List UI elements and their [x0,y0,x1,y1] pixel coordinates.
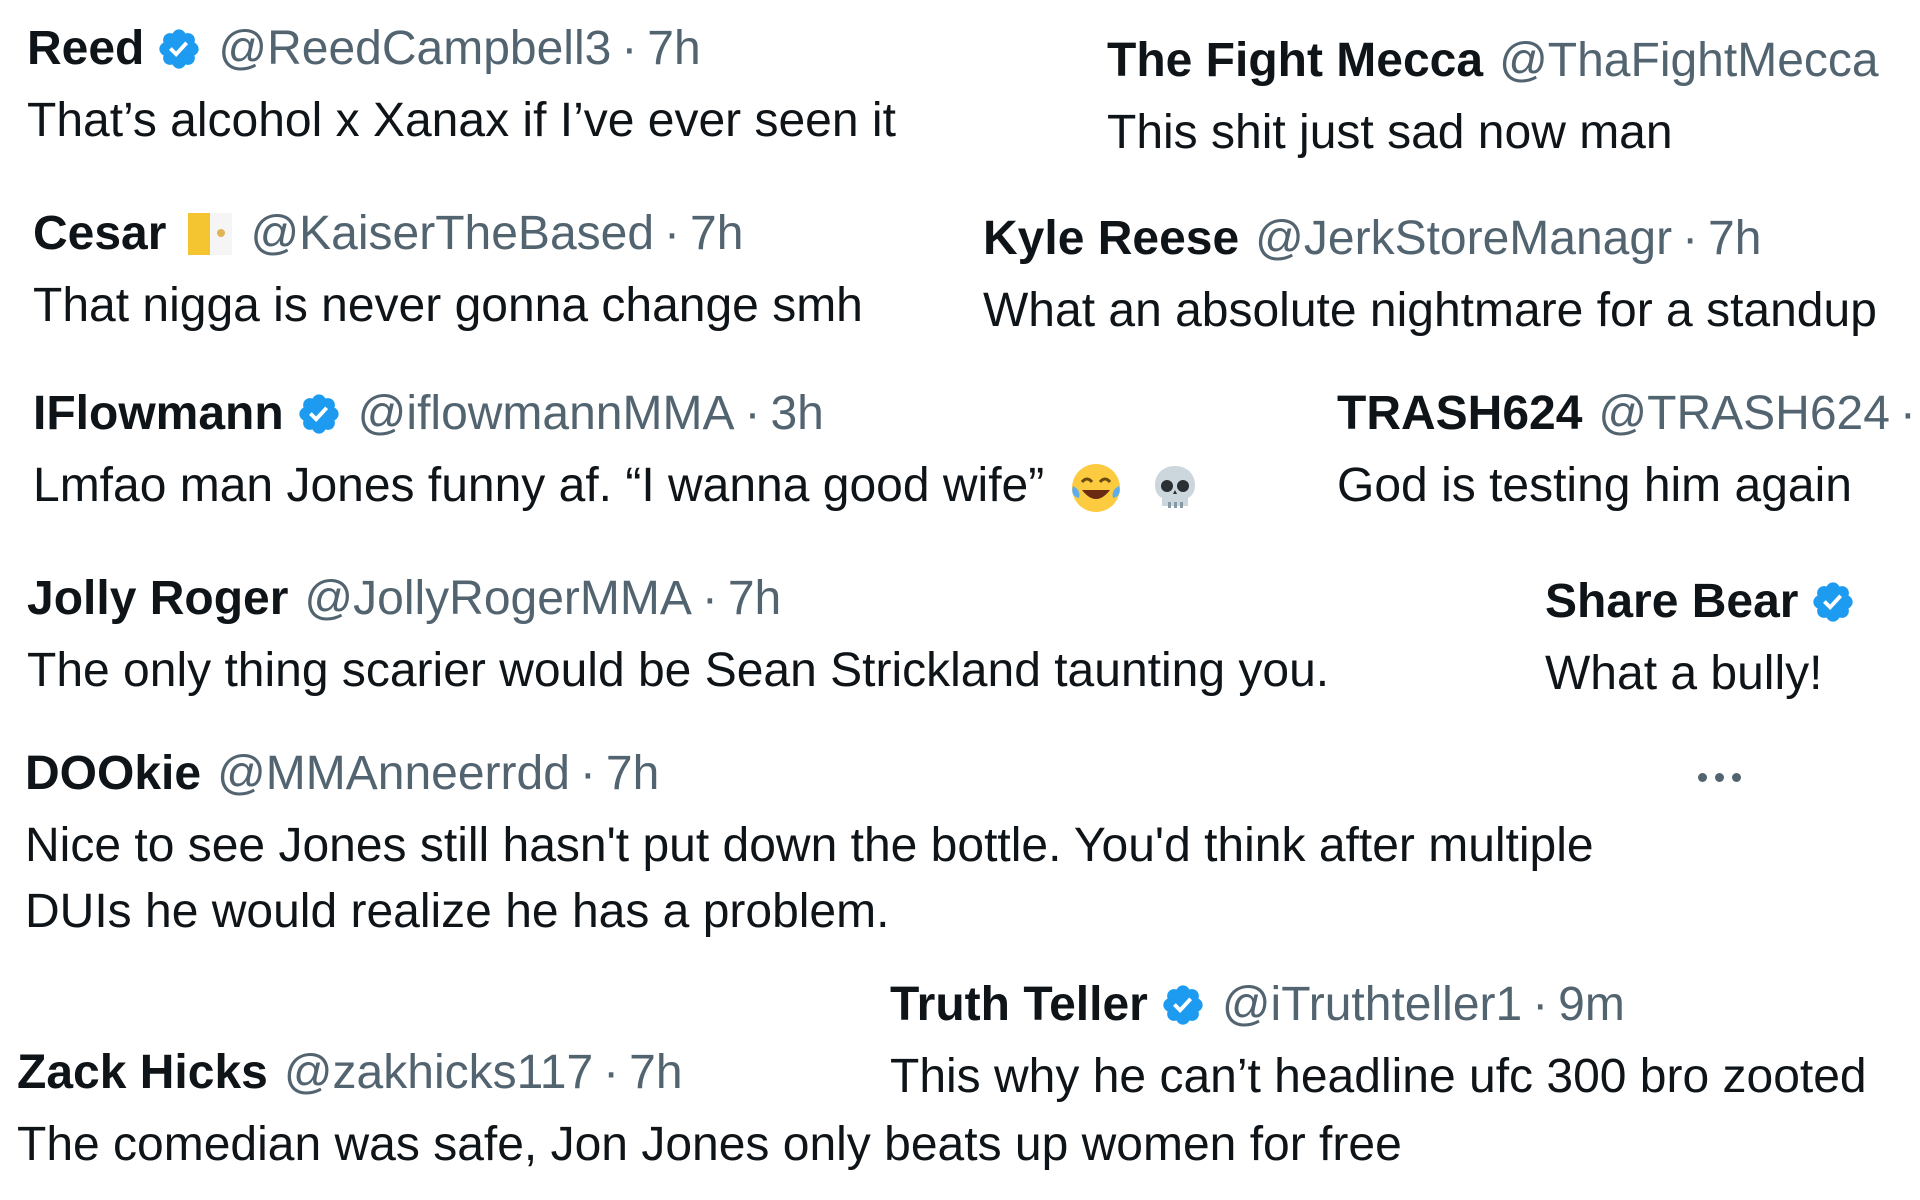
timestamp[interactable]: 7h [629,1044,682,1102]
tweet-header: The Fight Mecca @ThaFightMecca [1107,32,1879,90]
separator-dot: · [664,207,681,260]
separator-dot: · [621,22,638,75]
display-name[interactable]: TRASH624 [1337,385,1582,443]
verified-badge-icon [296,391,342,437]
display-name[interactable]: Share Bear [1545,573,1798,631]
user-handle[interactable]: @zakhicks117 [284,1044,593,1102]
user-handle[interactable]: @TRASH624 [1598,385,1890,443]
timestamp[interactable]: 7h [728,570,781,628]
user-handle[interactable]: @ThaFightMecca [1499,32,1879,90]
tweet-jolly-roger[interactable]: Jolly Roger @JollyRogerMMA · 7h The only… [27,570,1329,704]
tweet-header: Zack Hicks @zakhicks117 · 7h [17,1044,1402,1102]
more-dot [1698,773,1707,782]
user-handle[interactable]: @ReedCampbell3 [218,20,611,78]
tweet-text: God is testing him again [1337,459,1852,512]
tweet-text: The only thing scarier would be Sean Str… [27,644,1330,697]
separator-dot: · [701,572,718,625]
user-handle[interactable]: @JerkStoreManagr [1255,210,1672,268]
skull-emoji-icon [1147,460,1203,516]
tweet-text: Lmfao man Jones funny af. “I wanna good … [33,459,1045,512]
tweet-the-fight-mecca[interactable]: The Fight Mecca @ThaFightMecca This shit… [1107,32,1879,166]
tweet-header: Cesar @KaiserTheBased · 7h [33,205,863,263]
verified-badge-icon [1810,579,1856,625]
timestamp[interactable]: 7h [1708,210,1761,268]
display-name[interactable]: IFlowmann [33,385,284,443]
tweet-zack-hicks[interactable]: Zack Hicks @zakhicks117 · 7h The comedia… [17,1044,1402,1178]
more-options-icon[interactable] [1698,773,1741,782]
more-dot [1715,773,1724,782]
display-name[interactable]: Zack Hicks [17,1044,268,1102]
display-name[interactable]: Reed [27,20,144,78]
tweet-text: What a bully! [1545,647,1823,700]
verified-badge-icon [1160,982,1206,1028]
separator-dot: · [1532,978,1549,1031]
tweet-dookie[interactable]: DOOkie @MMAnneerrdd · 7h Nice to see Jon… [25,745,1594,945]
tweet-kyle-reese[interactable]: Kyle Reese @JerkStoreManagr · 7h What an… [983,210,1877,344]
user-handle[interactable]: @JollyRogerMMA [304,570,691,628]
display-name[interactable]: DOOkie [25,745,201,803]
tweet-header: IFlowmann @iflowmannMMA · 3h [33,385,1203,443]
tweet-header: Truth Teller @iTruthteller1 · 9m [890,976,1867,1034]
display-name[interactable]: The Fight Mecca [1107,32,1483,90]
tweet-header: Share Bear [1545,573,1856,631]
more-dot [1732,773,1741,782]
tweet-header: DOOkie @MMAnneerrdd · 7h [25,745,1594,803]
tweet-cesar[interactable]: Cesar @KaiserTheBased · 7h That nigga is… [33,205,863,339]
tweet-text: The comedian was safe, Jon Jones only be… [17,1118,1402,1171]
tears-of-joy-emoji-icon [1068,460,1124,516]
timestamp[interactable]: 7h [606,745,659,803]
timestamp[interactable]: 7h [647,20,700,78]
tweet-text-row: Lmfao man Jones funny af. “I wanna good … [33,453,1203,519]
verified-badge-icon [156,26,202,72]
tweet-iflowmann[interactable]: IFlowmann @iflowmannMMA · 3h Lmfao man J… [33,385,1203,519]
tweet-text: This shit just sad now man [1107,106,1673,159]
separator-dot: · [744,387,761,440]
user-handle[interactable]: @KaiserTheBased [250,205,654,263]
tweet-text-line-2: DUIs he would realize he has a problem. [25,885,890,938]
separator-dot: · [603,1046,620,1099]
tweet-share-bear[interactable]: Share Bear What a bully! [1545,573,1856,707]
tweet-header: Jolly Roger @JollyRogerMMA · 7h [27,570,1329,628]
tweet-header: TRASH624 @TRASH624 · [1337,385,1920,443]
user-handle[interactable]: @iTruthteller1 [1222,976,1522,1034]
display-name[interactable]: Kyle Reese [983,210,1239,268]
vatican-flag-icon [186,211,234,257]
separator-dot: · [579,747,596,800]
tweet-text: That’s alcohol x Xanax if I’ve ever seen… [27,94,896,147]
tweet-text: What an absolute nightmare for a standup [983,284,1877,337]
display-name[interactable]: Cesar [33,205,166,263]
separator-dot: · [1899,387,1916,440]
display-name[interactable]: Jolly Roger [27,570,288,628]
tweet-reed[interactable]: Reed @ReedCampbell3 · 7h That’s alcohol … [27,20,896,154]
timestamp[interactable]: 3h [770,385,823,443]
user-handle[interactable]: @MMAnneerrdd [217,745,570,803]
tweet-text: That nigga is never gonna change smh [33,279,863,332]
display-name[interactable]: Truth Teller [890,976,1148,1034]
tweet-trash624[interactable]: TRASH624 @TRASH624 · God is testing him … [1337,385,1920,519]
timestamp[interactable]: 7h [690,205,743,263]
tweet-text-line-1: Nice to see Jones still hasn't put down … [25,819,1594,872]
timestamp[interactable]: 9m [1558,976,1625,1034]
separator-dot: · [1682,212,1699,265]
user-handle[interactable]: @iflowmannMMA [358,385,735,443]
tweet-header: Kyle Reese @JerkStoreManagr · 7h [983,210,1877,268]
tweet-header: Reed @ReedCampbell3 · 7h [27,20,896,78]
